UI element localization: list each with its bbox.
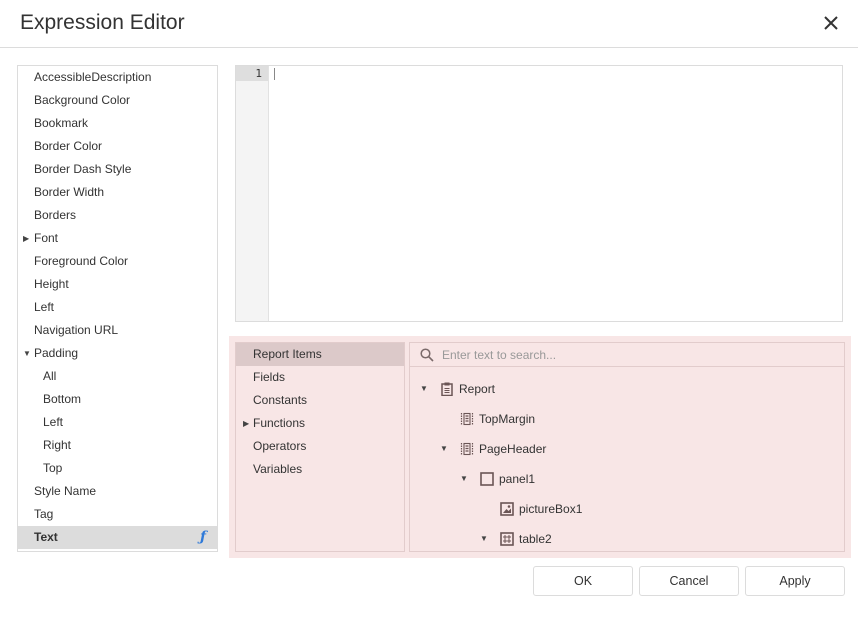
- tree-node-label: pictureBox1: [519, 502, 583, 516]
- search-icon: [420, 348, 434, 362]
- property-label: Left: [43, 415, 64, 429]
- property-label: Border Color: [34, 139, 103, 153]
- property-label: Navigation URL: [34, 323, 119, 337]
- property-item-left[interactable]: Left: [18, 296, 217, 319]
- property-item-border-width[interactable]: Border Width: [18, 181, 217, 204]
- property-item-border-dash-style[interactable]: Border Dash Style: [18, 158, 217, 181]
- category-label: Constants: [253, 393, 308, 407]
- apply-button[interactable]: Apply: [745, 566, 845, 596]
- property-label: Border Dash Style: [34, 162, 132, 176]
- category-label: Operators: [253, 439, 307, 453]
- category-constants[interactable]: Constants: [236, 389, 404, 412]
- property-item-all[interactable]: All: [18, 365, 217, 388]
- property-label: Foreground Color: [34, 254, 129, 268]
- tree-node-label: panel1: [499, 472, 536, 486]
- search-input[interactable]: [442, 345, 832, 365]
- property-label: Border Width: [34, 185, 105, 199]
- ok-button[interactable]: OK: [533, 566, 633, 596]
- property-item-borders[interactable]: Borders: [18, 204, 217, 227]
- tree-node-topmargin[interactable]: TopMargin: [440, 409, 535, 429]
- caret-down-icon[interactable]: ▼: [460, 469, 480, 489]
- category-functions[interactable]: ▶ Functions: [236, 412, 404, 435]
- property-label: Tag: [34, 507, 54, 521]
- category-operators[interactable]: Operators: [236, 435, 404, 458]
- category-label: Variables: [253, 462, 303, 476]
- tree-node-pageheader[interactable]: ▼ PageHeader: [440, 439, 546, 459]
- line-number-gutter: 1: [236, 66, 269, 321]
- category-report-items[interactable]: Report Items: [236, 343, 404, 366]
- report-items-tree: ▼ Report TopMargin ▼ PageHeader ▼ panel1 pictur…: [409, 342, 845, 552]
- expression-editor[interactable]: 1: [235, 65, 843, 322]
- property-label: Background Color: [34, 93, 131, 107]
- band-icon: [460, 442, 474, 456]
- caret-down-icon[interactable]: ▼: [440, 439, 460, 459]
- tree-node-table2[interactable]: ▼ table2: [480, 529, 552, 549]
- property-label: Borders: [34, 208, 77, 222]
- property-label: Left: [34, 300, 55, 314]
- report-icon: [440, 382, 454, 397]
- property-label: Font: [34, 231, 59, 245]
- line-number: 1: [236, 66, 268, 81]
- dialog-header: Expression Editor: [0, 0, 858, 48]
- tree-node-label: Report: [459, 382, 496, 396]
- function-icon: ƒ: [199, 529, 206, 545]
- property-item-style-name[interactable]: Style Name: [18, 480, 217, 503]
- text-cursor: [274, 68, 275, 80]
- tree-node-label: table2: [519, 532, 552, 546]
- picture-icon: [500, 502, 514, 516]
- property-item-padding[interactable]: ▼ Padding: [18, 342, 217, 365]
- close-icon: [824, 16, 838, 30]
- search-box: [410, 343, 844, 367]
- property-item-left[interactable]: Left: [18, 411, 217, 434]
- caret-down-icon[interactable]: ▼: [420, 379, 440, 399]
- category-label: Functions: [253, 416, 306, 430]
- property-label: Height: [34, 277, 69, 291]
- property-label: Right: [43, 438, 72, 452]
- category-label: Report Items: [253, 347, 322, 361]
- category-label: Fields: [253, 370, 286, 384]
- expression-helper-panel: Report Items Fields Constants ▶ Functions Ope…: [229, 336, 851, 558]
- close-button[interactable]: [820, 12, 842, 34]
- tree-node-label: PageHeader: [479, 442, 547, 456]
- tree-node-report[interactable]: ▼ Report: [420, 379, 495, 399]
- property-item-navigation-url[interactable]: Navigation URL: [18, 319, 217, 342]
- property-label: Top: [43, 461, 63, 475]
- tree-node-picturebox1[interactable]: pictureBox1: [480, 499, 582, 519]
- property-item-background-color[interactable]: Background Color: [18, 89, 217, 112]
- caret-right-icon[interactable]: ▶: [23, 227, 29, 250]
- property-item-top[interactable]: Top: [18, 457, 217, 480]
- category-variables[interactable]: Variables: [236, 458, 404, 481]
- property-label: Padding: [34, 346, 79, 360]
- caret-right-icon[interactable]: ▶: [243, 412, 249, 435]
- caret-down-icon[interactable]: ▼: [480, 529, 500, 549]
- property-label: Text: [34, 530, 58, 544]
- band-icon: [460, 412, 474, 426]
- category-list: Report Items Fields Constants ▶ Functions Ope…: [235, 342, 405, 552]
- property-item-bookmark[interactable]: Bookmark: [18, 112, 217, 135]
- property-label: Bookmark: [34, 116, 89, 130]
- property-item-right[interactable]: Right: [18, 434, 217, 457]
- property-item-font[interactable]: ▶ Font: [18, 227, 217, 250]
- property-label: All: [43, 369, 57, 383]
- cancel-button[interactable]: Cancel: [639, 566, 739, 596]
- property-item-foreground-color[interactable]: Foreground Color: [18, 250, 217, 273]
- property-item-tag[interactable]: Tag: [18, 503, 217, 526]
- category-fields[interactable]: Fields: [236, 366, 404, 389]
- tree-node-panel1[interactable]: ▼ panel1: [460, 469, 535, 489]
- property-item-accessibledescription[interactable]: AccessibleDescription: [18, 66, 217, 89]
- property-label: Bottom: [43, 392, 82, 406]
- property-item-height[interactable]: Height: [18, 273, 217, 296]
- table-icon: [500, 532, 514, 546]
- panel-icon: [480, 472, 494, 486]
- property-item-border-color[interactable]: Border Color: [18, 135, 217, 158]
- caret-down-icon[interactable]: ▼: [23, 342, 31, 365]
- property-item-text[interactable]: Text ƒ: [18, 526, 217, 549]
- tree-node-label: TopMargin: [479, 412, 536, 426]
- dialog-title: Expression Editor: [20, 11, 185, 34]
- property-label: AccessibleDescription: [34, 70, 152, 84]
- property-list: AccessibleDescription Background Color Boo…: [17, 65, 218, 552]
- property-label: Style Name: [34, 484, 97, 498]
- property-item-bottom[interactable]: Bottom: [18, 388, 217, 411]
